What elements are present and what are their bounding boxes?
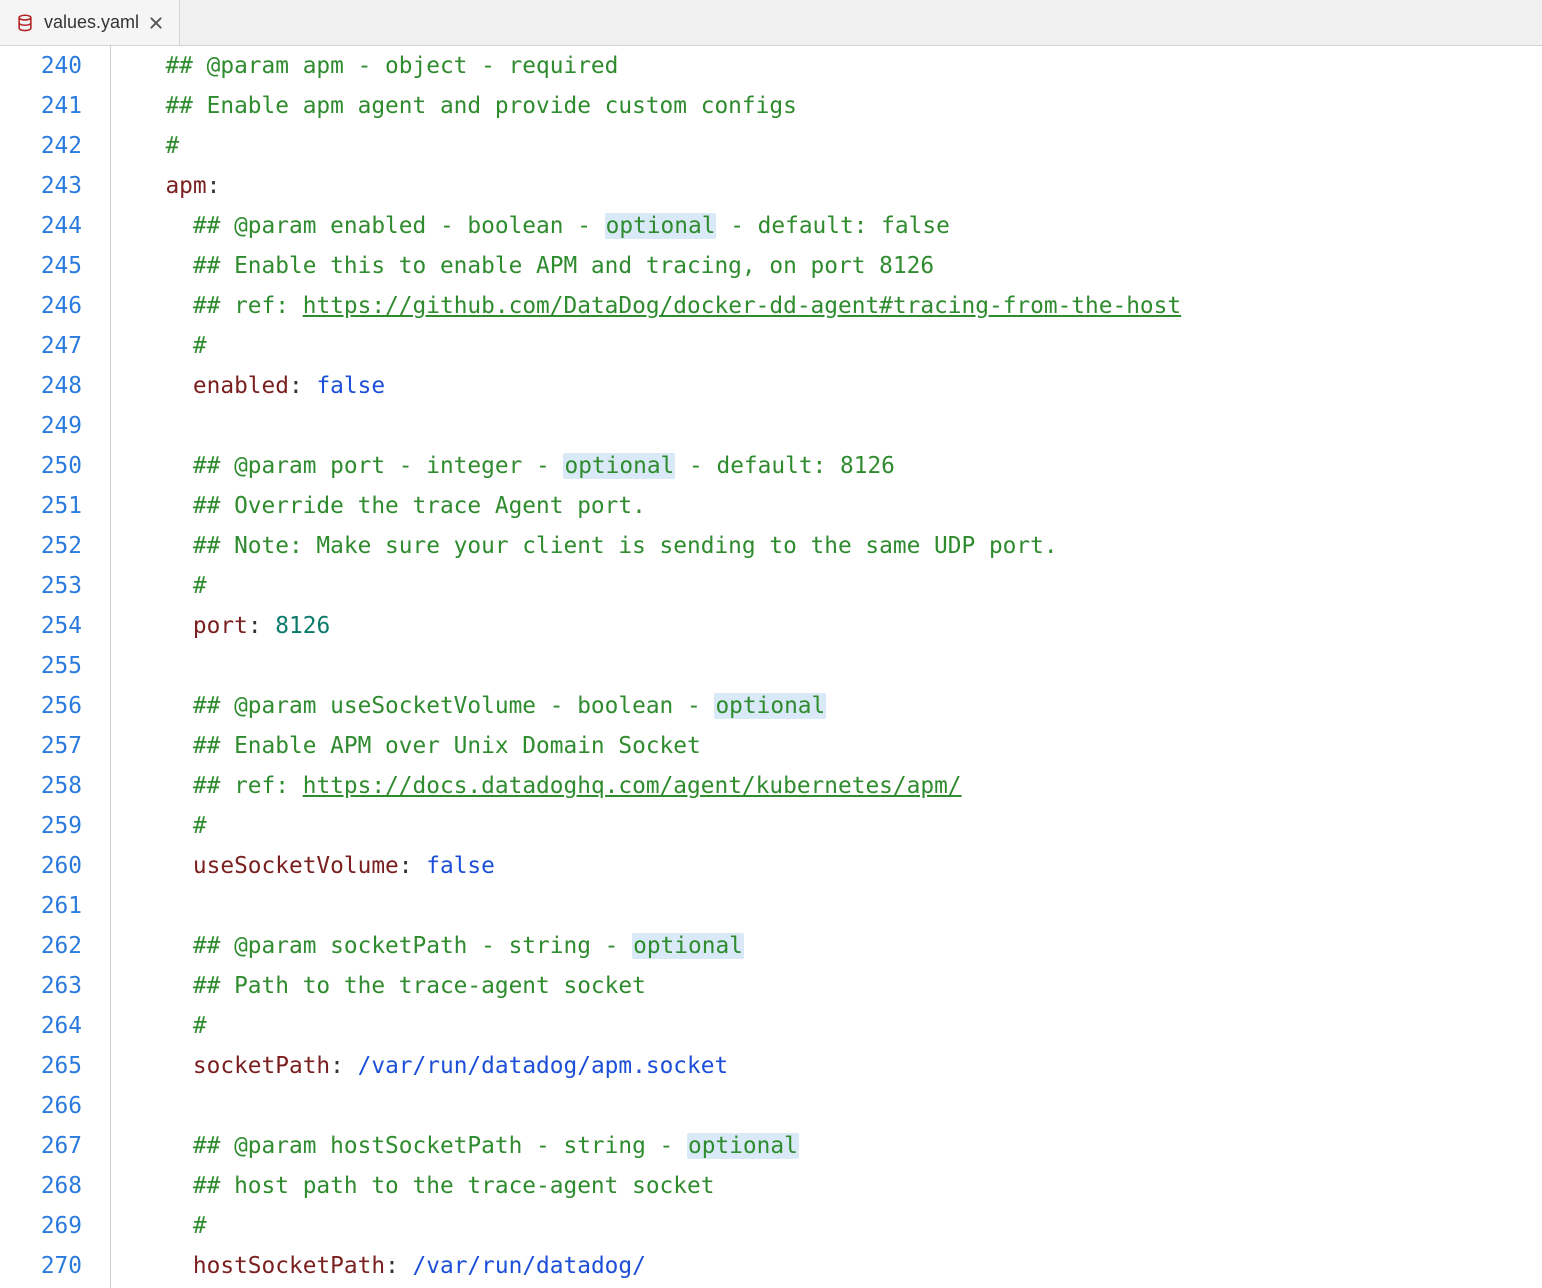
line-number-gutter: 2402412422432442452462472482492502512522… xyxy=(0,46,104,1288)
tab-filename: values.yaml xyxy=(44,12,139,33)
code-line[interactable]: ## Enable apm agent and provide custom c… xyxy=(138,86,1542,126)
line-number: 254 xyxy=(0,606,82,646)
line-number: 255 xyxy=(0,646,82,686)
line-number: 264 xyxy=(0,1006,82,1046)
code-line[interactable]: port: 8126 xyxy=(138,606,1542,646)
line-number: 259 xyxy=(0,806,82,846)
code-line[interactable]: hostSocketPath: /var/run/datadog/ xyxy=(138,1246,1542,1286)
code-line[interactable]: # xyxy=(138,806,1542,846)
code-line[interactable]: ## @param port - integer - optional - de… xyxy=(138,446,1542,486)
code-line[interactable]: ## Enable this to enable APM and tracing… xyxy=(138,246,1542,286)
tab-bar: values.yaml xyxy=(0,0,1542,46)
line-number: 266 xyxy=(0,1086,82,1126)
line-number: 248 xyxy=(0,366,82,406)
line-number: 249 xyxy=(0,406,82,446)
line-number: 247 xyxy=(0,326,82,366)
line-number: 267 xyxy=(0,1126,82,1166)
line-number: 257 xyxy=(0,726,82,766)
line-number: 242 xyxy=(0,126,82,166)
code-line[interactable]: ## Note: Make sure your client is sendin… xyxy=(138,526,1542,566)
code-line[interactable]: ## @param hostSocketPath - string - opti… xyxy=(138,1126,1542,1166)
code-line[interactable]: ## @param useSocketVolume - boolean - op… xyxy=(138,686,1542,726)
line-number: 241 xyxy=(0,86,82,126)
code-line[interactable]: ## @param enabled - boolean - optional -… xyxy=(138,206,1542,246)
code-line[interactable]: # xyxy=(138,1006,1542,1046)
code-line[interactable]: # xyxy=(138,326,1542,366)
line-number: 268 xyxy=(0,1166,82,1206)
line-number: 262 xyxy=(0,926,82,966)
line-number: 260 xyxy=(0,846,82,886)
line-number: 250 xyxy=(0,446,82,486)
code-line[interactable]: # xyxy=(138,1206,1542,1246)
code-line[interactable]: ## @param apm - object - required xyxy=(138,46,1542,86)
code-line[interactable]: ## @param socketPath - string - optional xyxy=(138,926,1542,966)
code-line[interactable]: useSocketVolume: false xyxy=(138,846,1542,886)
fold-ruler xyxy=(104,46,138,1288)
code-line[interactable]: apm: xyxy=(138,166,1542,206)
close-icon[interactable] xyxy=(149,16,163,30)
line-number: 243 xyxy=(0,166,82,206)
code-line[interactable]: enabled: false xyxy=(138,366,1542,406)
line-number: 269 xyxy=(0,1206,82,1246)
code-line[interactable] xyxy=(138,406,1542,446)
database-icon xyxy=(16,14,34,32)
code-line[interactable] xyxy=(138,886,1542,926)
line-number: 251 xyxy=(0,486,82,526)
code-line[interactable]: ## ref: https://docs.datadoghq.com/agent… xyxy=(138,766,1542,806)
line-number: 256 xyxy=(0,686,82,726)
code-line[interactable]: # xyxy=(138,126,1542,166)
line-number: 270 xyxy=(0,1246,82,1286)
line-number: 261 xyxy=(0,886,82,926)
line-number: 244 xyxy=(0,206,82,246)
code-area[interactable]: ## @param apm - object - required ## Ena… xyxy=(138,46,1542,1288)
line-number: 245 xyxy=(0,246,82,286)
line-number: 253 xyxy=(0,566,82,606)
code-line[interactable] xyxy=(138,1086,1542,1126)
editor[interactable]: 2402412422432442452462472482492502512522… xyxy=(0,46,1542,1288)
line-number: 265 xyxy=(0,1046,82,1086)
line-number: 252 xyxy=(0,526,82,566)
line-number: 258 xyxy=(0,766,82,806)
code-line[interactable]: ## Enable APM over Unix Domain Socket xyxy=(138,726,1542,766)
code-line[interactable]: ## ref: https://github.com/DataDog/docke… xyxy=(138,286,1542,326)
tab-values-yaml[interactable]: values.yaml xyxy=(0,0,180,45)
code-line[interactable] xyxy=(138,646,1542,686)
line-number: 246 xyxy=(0,286,82,326)
line-number: 240 xyxy=(0,46,82,86)
code-line[interactable]: # xyxy=(138,566,1542,606)
code-line[interactable]: socketPath: /var/run/datadog/apm.socket xyxy=(138,1046,1542,1086)
code-line[interactable]: ## Path to the trace-agent socket xyxy=(138,966,1542,1006)
code-line[interactable]: ## Override the trace Agent port. xyxy=(138,486,1542,526)
code-line[interactable]: ## host path to the trace-agent socket xyxy=(138,1166,1542,1206)
line-number: 263 xyxy=(0,966,82,1006)
